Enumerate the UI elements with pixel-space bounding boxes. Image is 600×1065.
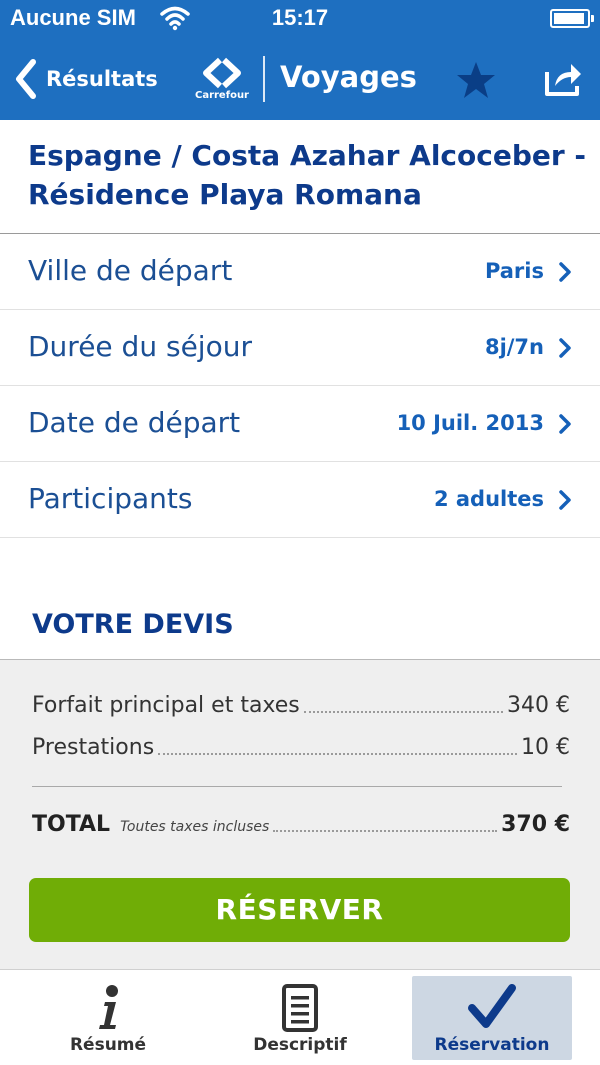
battery-level — [554, 13, 584, 24]
option-label: Participants — [28, 482, 193, 515]
back-button[interactable]: Résultats — [12, 58, 158, 100]
chevron-right-icon — [559, 338, 571, 358]
clock: 15:17 — [271, 5, 329, 30]
logo-text: Carrefour — [194, 90, 249, 101]
back-label: Résultats — [46, 67, 158, 91]
option-row-duration[interactable]: Durée du séjour 8j/7n — [0, 310, 600, 386]
dotted-leader — [303, 711, 504, 713]
option-label: Ville de départ — [28, 254, 233, 287]
carrefour-logo-icon — [203, 57, 241, 89]
quote-title: VOTRE DEVIS — [32, 609, 234, 640]
option-label: Date de départ — [28, 406, 241, 439]
chevron-right-icon — [559, 262, 571, 282]
share-icon[interactable] — [543, 60, 583, 98]
tab-label: Réservation — [434, 1035, 550, 1055]
option-value: 8j/7n — [484, 335, 544, 359]
total-amount: 370 € — [501, 812, 570, 837]
quote-line-amount: 10 € — [521, 735, 570, 760]
tab-descriptif[interactable]: Descriptif — [220, 976, 380, 1060]
option-label: Durée du séjour — [28, 330, 252, 363]
option-row-departure-date[interactable]: Date de départ 10 Juil. 2013 — [0, 386, 600, 462]
quote-line-label: Prestations — [32, 735, 155, 760]
option-value: Paris — [484, 259, 544, 283]
reserve-button[interactable]: RÉSERVER — [29, 878, 570, 942]
tab-reservation[interactable]: Réservation — [412, 976, 572, 1060]
chevron-left-icon — [16, 59, 36, 99]
battery-icon — [550, 9, 594, 28]
status-bar: Aucune SIM 15:17 — [0, 0, 600, 38]
tab-label: Résumé — [69, 1035, 147, 1055]
option-value: 10 Juil. 2013 — [396, 411, 544, 435]
favorite-star-icon[interactable] — [456, 60, 496, 100]
info-icon — [99, 985, 118, 1029]
offer-title: Espagne / Costa Azahar Alcoceber - Résid… — [28, 139, 587, 211]
total-note: Toutes taxes incluses — [120, 819, 270, 835]
dotted-leader — [273, 830, 498, 832]
tab-bar: Résumé Descriptif Réservation — [0, 970, 600, 1065]
quote-line: Forfait principal et taxes 340 € — [32, 693, 570, 718]
nav-bar: Résultats Carrefour Voyages — [0, 38, 600, 120]
nav-title: Voyages — [280, 60, 417, 94]
option-row-departure-city[interactable]: Ville de départ Paris — [0, 234, 600, 310]
total-label: TOTAL — [32, 812, 111, 837]
quote-panel: Forfait principal et taxes 340 € Prestat… — [0, 659, 600, 970]
chevron-right-icon — [559, 414, 571, 434]
option-row-participants[interactable]: Participants 2 adultes — [0, 462, 600, 538]
divider — [32, 786, 562, 787]
chevron-right-icon — [559, 490, 571, 510]
quote-total: TOTAL Toutes taxes incluses 370 € — [32, 812, 570, 837]
checkmark-icon — [468, 984, 516, 1028]
nav-divider — [263, 56, 265, 102]
quote-line: Prestations 10 € — [32, 735, 570, 760]
dotted-leader — [158, 753, 518, 755]
tab-resume[interactable]: Résumé — [28, 976, 188, 1060]
option-value: 2 adultes — [433, 487, 544, 511]
tab-label: Descriptif — [253, 1035, 347, 1055]
document-icon — [282, 984, 318, 1032]
quote-line-amount: 340 € — [507, 693, 570, 718]
carrefour-logo: Carrefour — [194, 56, 250, 104]
quote-line-label: Forfait principal et taxes — [32, 693, 300, 718]
